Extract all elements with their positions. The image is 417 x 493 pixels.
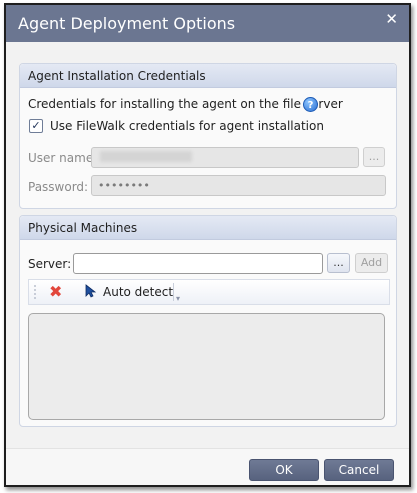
- ok-button[interactable]: OK: [249, 459, 319, 481]
- password-field[interactable]: [91, 175, 386, 196]
- password-label: Password:: [28, 180, 89, 194]
- username-browse-button[interactable]: ...: [363, 147, 385, 167]
- physical-machines-header: Physical Machines: [20, 216, 396, 240]
- title-bar[interactable]: Agent Deployment Options ✕: [6, 5, 409, 42]
- dialog-body: Agent Installation Credentials Credentia…: [6, 42, 409, 448]
- help-icon[interactable]: ?: [303, 97, 318, 112]
- credentials-description: Credentials for installing the agent on …: [28, 97, 343, 111]
- add-server-button[interactable]: Add: [355, 253, 388, 273]
- username-label: User name:: [28, 151, 98, 165]
- machines-toolbar: ✖ Auto detect ▾: [28, 279, 390, 305]
- delete-x-icon[interactable]: ✖: [49, 282, 62, 301]
- server-label: Server:: [28, 257, 72, 271]
- cancel-button[interactable]: Cancel: [324, 459, 394, 481]
- toolbar-separator: [173, 283, 174, 301]
- dialog-title: Agent Deployment Options: [18, 14, 236, 33]
- machines-list[interactable]: [28, 313, 385, 420]
- auto-detect-button[interactable]: Auto detect: [103, 285, 173, 299]
- credentials-header: Agent Installation Credentials: [20, 64, 396, 88]
- agent-deployment-dialog: Agent Deployment Options ✕ Agent Install…: [4, 3, 411, 487]
- physical-machines-group: Physical Machines Server: ... Add ✖ Auto…: [19, 215, 397, 427]
- toolbar-overflow-icon[interactable]: ▾: [176, 294, 180, 303]
- toolbar-grip[interactable]: [34, 284, 36, 300]
- close-icon[interactable]: ✕: [385, 12, 398, 27]
- dialog-footer: OK Cancel: [6, 448, 409, 485]
- credentials-group: Agent Installation Credentials Credentia…: [19, 63, 397, 209]
- auto-detect-cursor-icon[interactable]: [83, 283, 99, 299]
- use-filewalk-checkbox[interactable]: ✓: [29, 119, 43, 133]
- server-input[interactable]: [73, 253, 323, 274]
- use-filewalk-label: Use FileWalk credentials for agent insta…: [50, 119, 324, 133]
- server-browse-button[interactable]: ...: [327, 253, 350, 273]
- username-redacted: [100, 151, 192, 162]
